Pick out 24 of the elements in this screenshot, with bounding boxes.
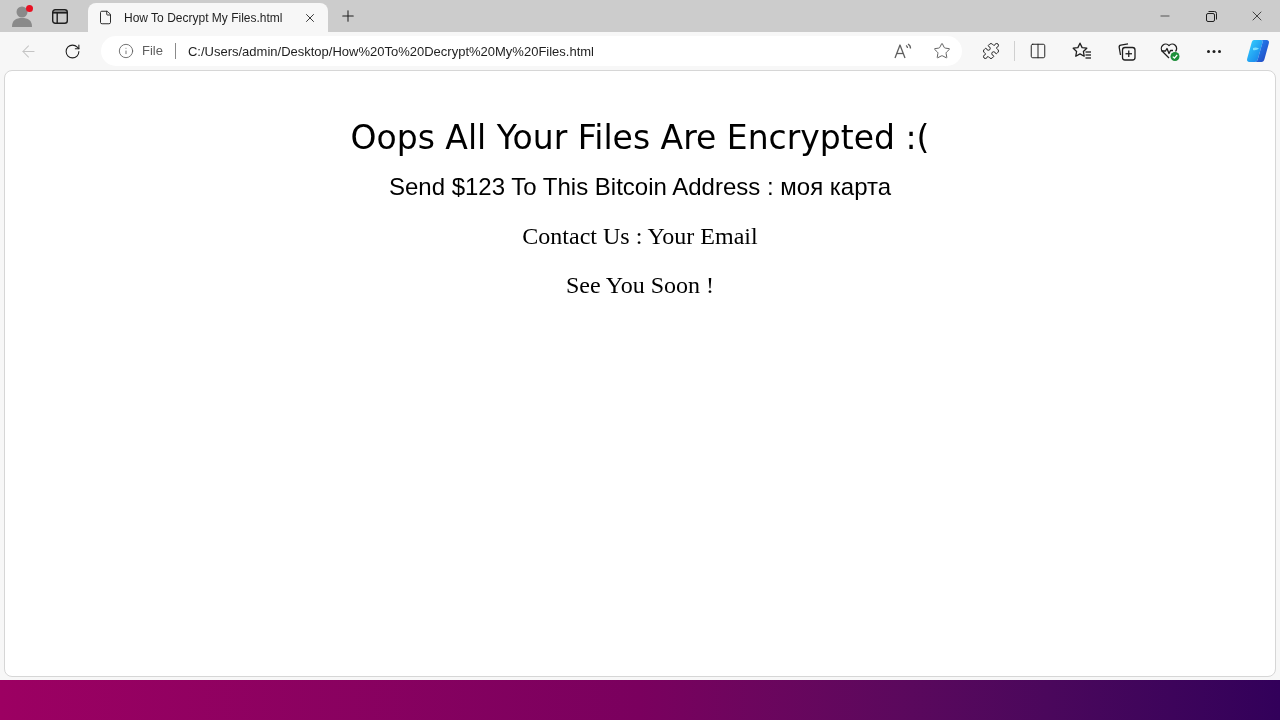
heart-pulse-check-icon — [1160, 41, 1180, 61]
read-aloud-icon — [894, 43, 912, 59]
avatar-icon — [12, 5, 32, 27]
browser-tab[interactable]: How To Decrypt My Files.html — [88, 3, 328, 32]
refresh-icon — [63, 42, 81, 60]
favorites-list-icon — [1072, 42, 1092, 60]
page-heading: Oops All Your Files Are Encrypted :( — [350, 118, 930, 158]
page-text: Contact Us : Your Email — [522, 222, 758, 251]
site-info-button[interactable]: File — [110, 39, 171, 63]
more-icon — [1207, 49, 1221, 53]
address-bar[interactable]: File C:/Users/admin/Desktop/How%20To%20Decrypt%20My%20Files.html — [101, 36, 962, 66]
page-text: See You Soon ! — [566, 271, 714, 300]
restore-icon — [1205, 10, 1217, 22]
page-icon — [98, 10, 113, 25]
page-text: Send $123 To This Bitcoin Address : моя карта — [388, 172, 892, 202]
copilot-logo-icon — [1246, 39, 1270, 63]
info-icon — [118, 43, 134, 59]
split-screen-icon — [1029, 42, 1047, 60]
plus-icon — [339, 7, 357, 25]
vertical-tabs-icon — [52, 8, 68, 24]
url-field[interactable]: C:/Users/admin/Desktop/How%20To%20Decrypt%20My%20Files.html — [187, 39, 887, 63]
collections-icon — [1116, 41, 1136, 61]
puzzle-icon — [982, 42, 1000, 60]
star-icon — [933, 42, 951, 60]
